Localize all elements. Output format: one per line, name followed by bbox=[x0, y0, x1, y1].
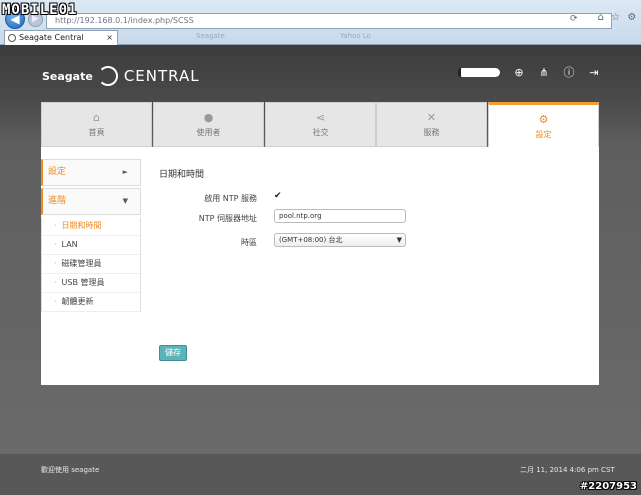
ntp-enable-checkbox[interactable]: ✔ bbox=[274, 192, 283, 201]
logo-product: CENTRAL bbox=[123, 67, 200, 85]
bullet-icon: · bbox=[54, 297, 57, 306]
tab-users[interactable]: ● 使用者 bbox=[153, 102, 264, 147]
timezone-label: 時區 bbox=[241, 238, 257, 247]
tab-close-icon[interactable]: × bbox=[106, 31, 113, 45]
sidebar-item-firmware-update[interactable]: · 韌體更新 bbox=[41, 293, 141, 312]
watermark-logo: MOBILE01 bbox=[2, 2, 78, 18]
network-icon[interactable]: ⋔ bbox=[538, 67, 550, 79]
sidebar-item-label: USB 管理員 bbox=[61, 278, 105, 287]
sidebar-item-label: 韌體更新 bbox=[61, 297, 94, 306]
tab-label: 設定 bbox=[535, 130, 552, 139]
sidebar-item-label: 磁碟管理員 bbox=[61, 259, 102, 268]
logo-brand: Seagate bbox=[42, 69, 93, 83]
bullet-icon: · bbox=[54, 221, 57, 230]
share-icon: ⋖ bbox=[315, 111, 326, 124]
favicon-icon bbox=[8, 34, 16, 42]
browser-toolbar: ⌂ ☆ ⚙ bbox=[594, 12, 640, 23]
background-tab[interactable]: Yahoo Lo bbox=[340, 32, 371, 40]
tab-label: 服務 bbox=[423, 128, 440, 137]
bullet-icon: · bbox=[54, 240, 57, 249]
logout-icon[interactable]: ⇥ bbox=[588, 67, 600, 79]
home-icon[interactable]: ⌂ bbox=[598, 12, 604, 23]
app-area: Seagate CENTRAL ⊕ ⋔ ⓘ ⇥ ⌂ 首頁 ● 使用者 ⋖ 社交 … bbox=[0, 45, 641, 495]
sidebar-section-label: 進階 bbox=[48, 196, 67, 206]
sidebar-section-settings[interactable]: 設定 ► bbox=[41, 159, 141, 186]
tab-services[interactable]: ✕ 服務 bbox=[376, 102, 487, 147]
chevron-down-icon: ▼ bbox=[122, 197, 128, 205]
sidebar-item-lan[interactable]: · LAN bbox=[41, 236, 141, 255]
browser-tab-title: Seagate Central bbox=[19, 33, 84, 42]
ntp-server-input[interactable]: pool.ntp.org bbox=[274, 209, 406, 223]
browser-chrome: ◀ ▶ http://192.168.0.1/index.php/SCSS ⟳ … bbox=[0, 0, 641, 45]
bullet-icon: · bbox=[54, 259, 57, 268]
gears-icon: ⚙ bbox=[538, 113, 549, 126]
save-button[interactable]: 儲存 bbox=[159, 345, 187, 361]
sidebar-item-date-time[interactable]: · 日期和時間 bbox=[41, 217, 141, 236]
home-icon: ⌂ bbox=[93, 111, 100, 124]
footer-welcome: 歡迎使用 seagate bbox=[41, 466, 100, 474]
globe-icon[interactable]: ⊕ bbox=[513, 67, 525, 79]
tab-home[interactable]: ⌂ 首頁 bbox=[41, 102, 152, 147]
address-bar[interactable]: http://192.168.0.1/index.php/SCSS bbox=[46, 13, 612, 29]
sidebar-section-label: 設定 bbox=[48, 167, 67, 177]
seagate-logo[interactable]: Seagate CENTRAL bbox=[42, 66, 200, 86]
post-id-watermark: #2207953 bbox=[579, 481, 637, 492]
footer-datetime: 二月 11, 2014 4:06 pm CST bbox=[520, 466, 615, 474]
sidebar-item-usb-manager[interactable]: · USB 管理員 bbox=[41, 274, 141, 293]
bullet-icon: · bbox=[54, 278, 57, 287]
page-title: 日期和時間 bbox=[159, 170, 205, 180]
refresh-icon[interactable]: ⟳ bbox=[570, 14, 578, 24]
footer: 歡迎使用 seagate 二月 11, 2014 4:06 pm CST #22… bbox=[0, 453, 641, 495]
tab-settings[interactable]: ⚙ 設定 bbox=[488, 102, 599, 150]
tools-icon: ✕ bbox=[426, 111, 437, 124]
sidebar-section-advanced[interactable]: 進階 ▼ bbox=[41, 188, 141, 215]
settings-panel: 設定 ► 進階 ▼ · 日期和時間 · LAN · 磁碟管理員 · USB 管理員 · 韌… bbox=[41, 147, 599, 385]
tab-label: 社交 bbox=[312, 128, 329, 137]
gear-icon[interactable]: ⚙ bbox=[627, 12, 636, 23]
sidebar-item-label: 日期和時間 bbox=[61, 221, 102, 230]
storage-usage-bar[interactable] bbox=[458, 68, 500, 77]
swirl-icon bbox=[97, 66, 118, 86]
tab-label: 首頁 bbox=[88, 128, 105, 137]
user-icon: ● bbox=[203, 111, 214, 124]
timezone-value: (GMT+08:00) 台北 bbox=[279, 236, 343, 244]
sidebar-item-label: LAN bbox=[61, 240, 78, 249]
tab-social[interactable]: ⋖ 社交 bbox=[265, 102, 376, 147]
tab-label: 使用者 bbox=[196, 128, 221, 137]
sidebar-item-disk-manager[interactable]: · 磁碟管理員 bbox=[41, 255, 141, 274]
background-tab[interactable]: Seagate bbox=[196, 32, 225, 40]
ntp-server-label: NTP 伺服器地址 bbox=[198, 214, 257, 223]
sidebar: 設定 ► 進階 ▼ · 日期和時間 · LAN · 磁碟管理員 · USB 管理員 · 韌… bbox=[41, 159, 141, 312]
chevron-right-icon: ► bbox=[122, 168, 128, 176]
browser-tab[interactable]: Seagate Central × bbox=[4, 30, 118, 45]
ntp-enable-label: 啟用 NTP 服務 bbox=[204, 194, 257, 203]
date-time-form: 日期和時間 啟用 NTP 服務 ✔ NTP 伺服器地址 pool.ntp.org… bbox=[159, 167, 589, 247]
help-icon[interactable]: ⓘ bbox=[563, 67, 575, 79]
timezone-select[interactable]: (GMT+08:00) 台北 ▼ bbox=[274, 233, 406, 247]
star-icon[interactable]: ☆ bbox=[611, 12, 620, 23]
dropdown-arrow-icon: ▼ bbox=[396, 236, 402, 244]
storage-usage-fill bbox=[458, 68, 461, 77]
